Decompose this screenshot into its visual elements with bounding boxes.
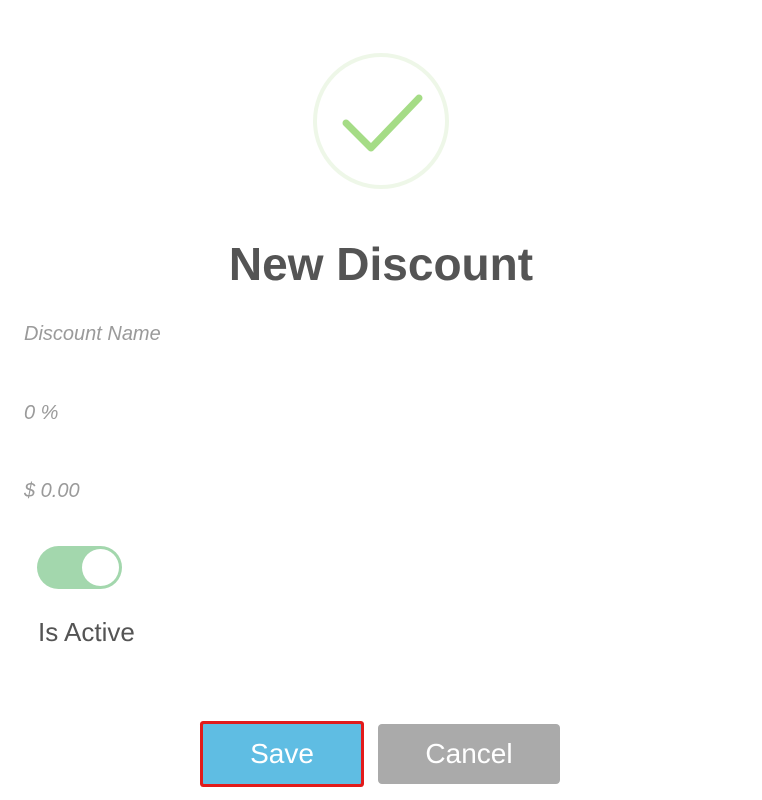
checkmark-stroke [342,94,423,152]
success-ring [313,53,449,189]
success-checkmark-icon [313,53,449,189]
discount-amount-input[interactable] [24,473,738,509]
discount-percent-input[interactable] [24,395,738,431]
new-discount-dialog: New Discount Is Active Save Cancel [0,0,762,800]
toggle-knob [82,549,119,586]
save-button[interactable]: Save [203,724,361,784]
cancel-button[interactable]: Cancel [378,724,560,784]
dialog-title: New Discount [228,238,534,290]
is-active-label: Is Active [38,617,135,647]
discount-name-input[interactable] [24,316,738,352]
is-active-toggle[interactable] [37,546,122,589]
